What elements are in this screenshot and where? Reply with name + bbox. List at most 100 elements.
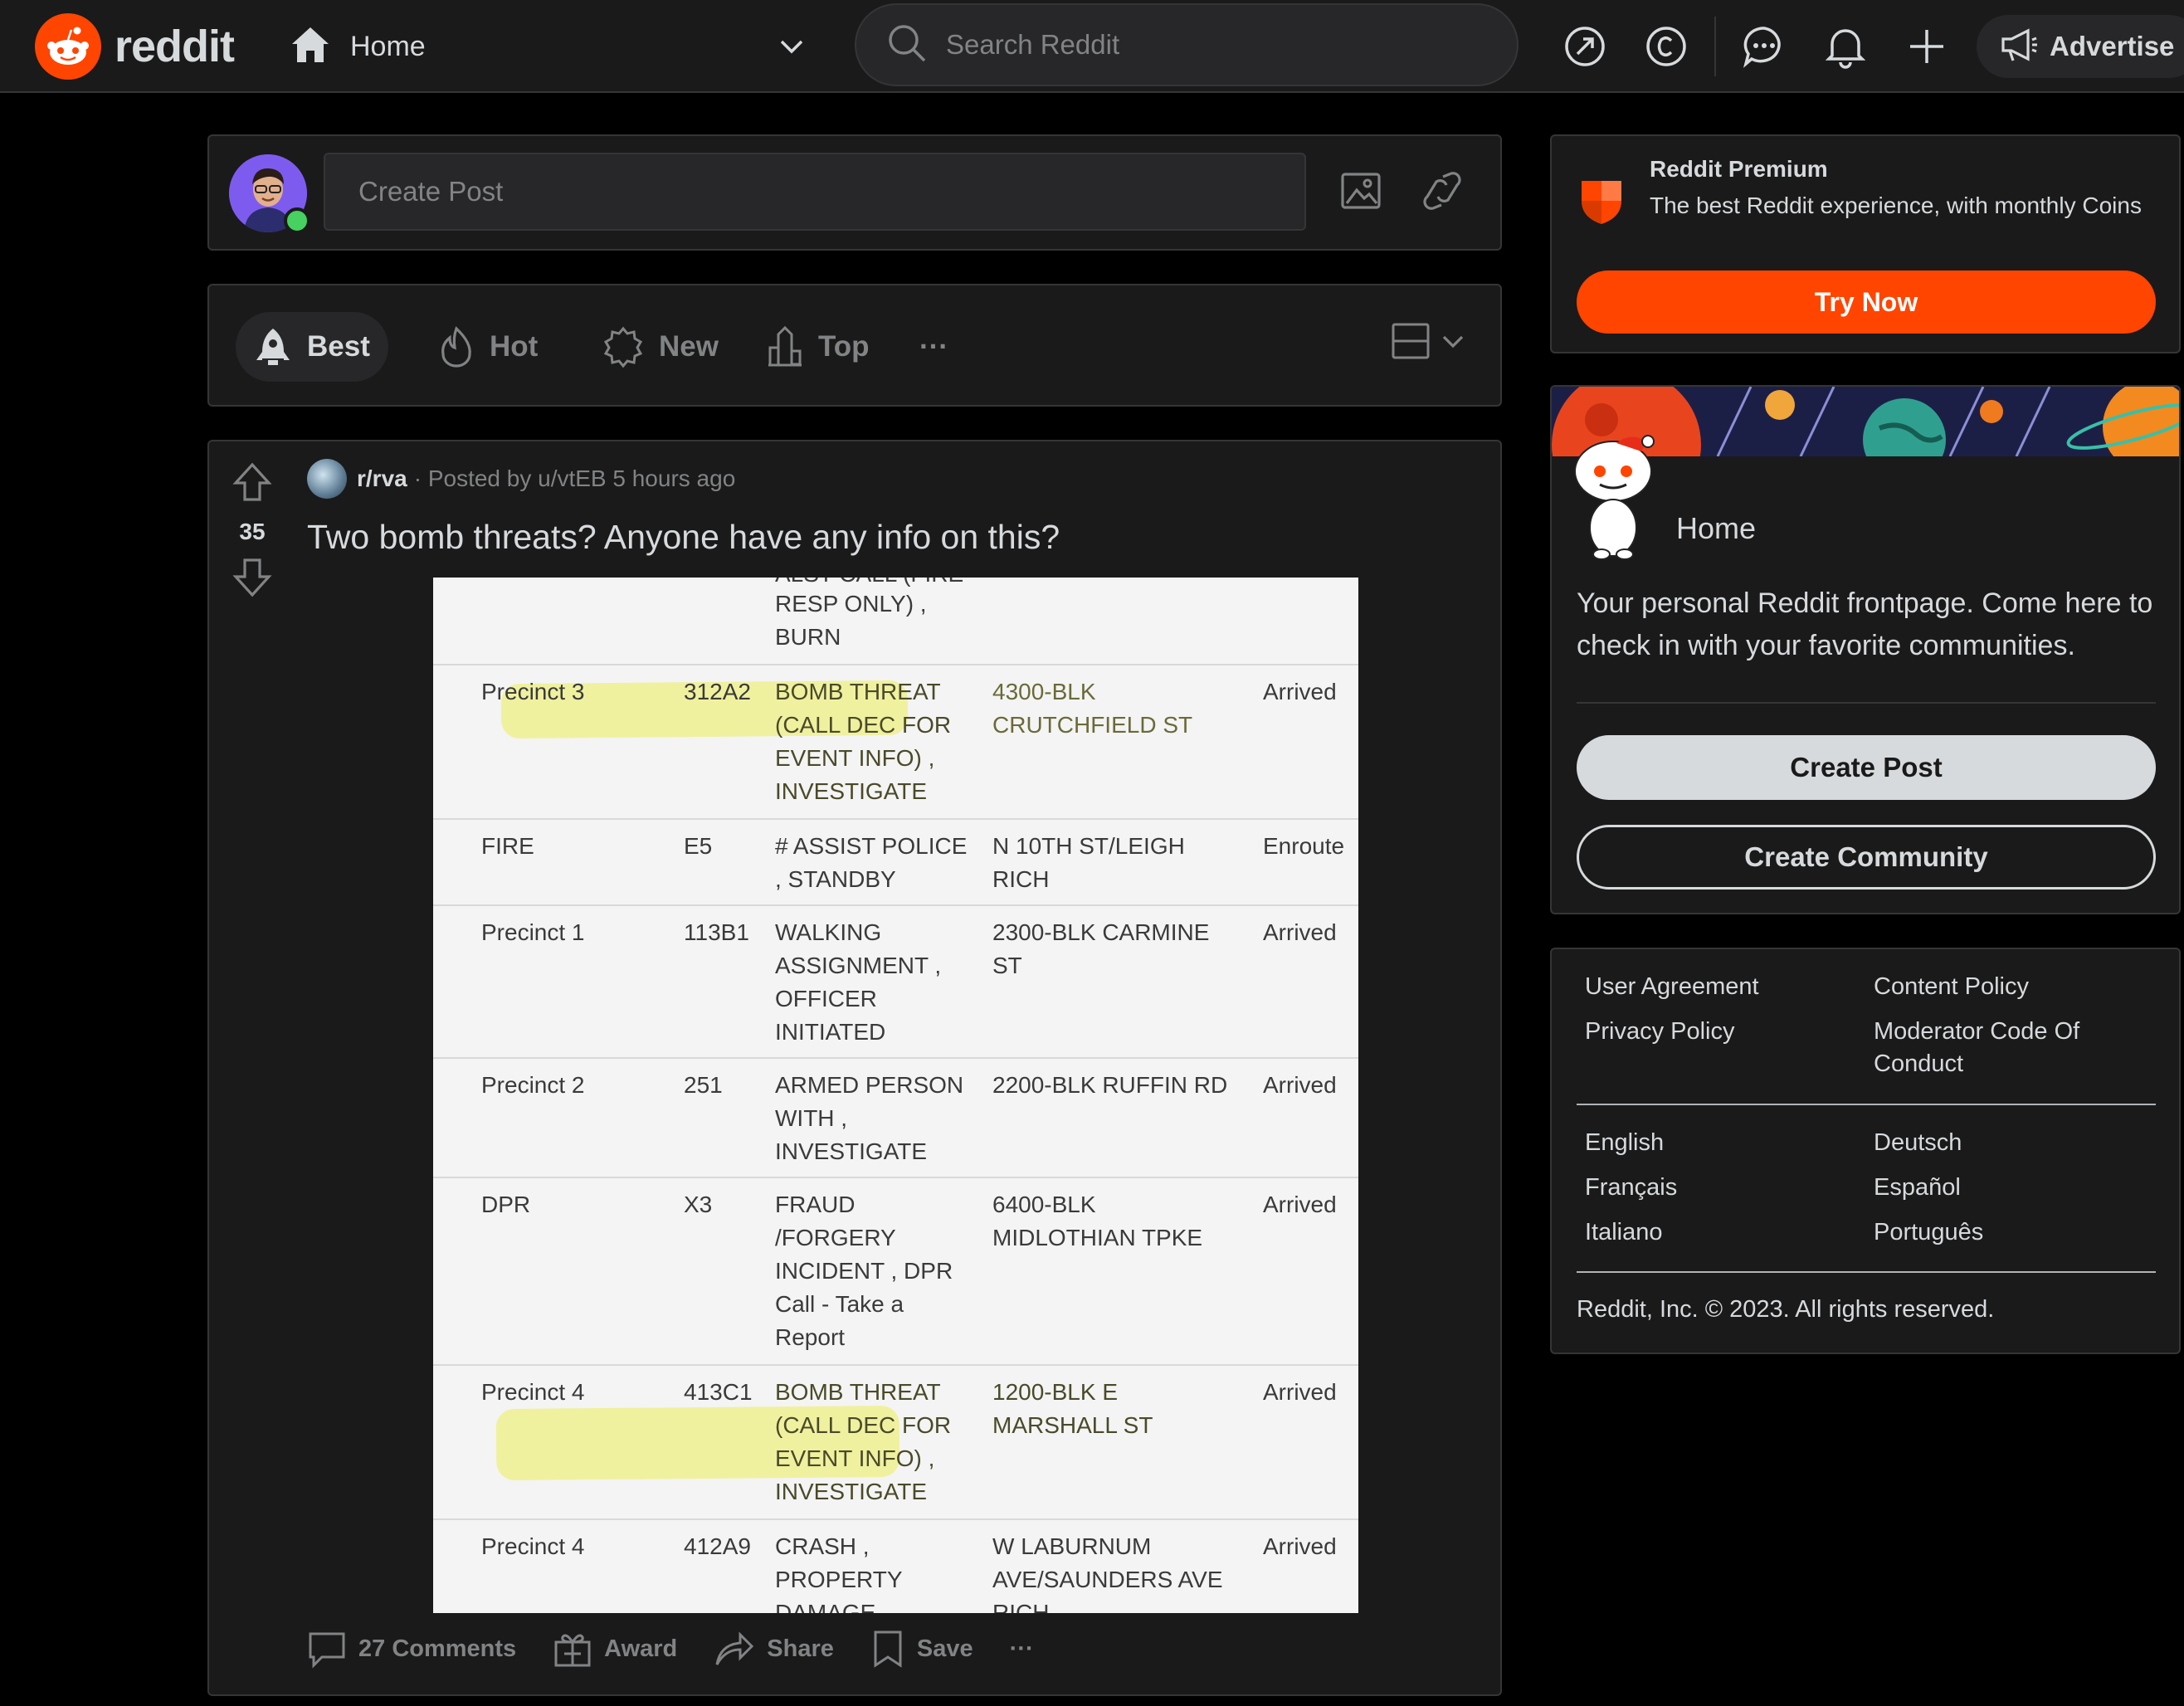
- rocket-icon: [256, 329, 290, 365]
- snoo-logo-icon: [35, 13, 101, 80]
- status-cell: Arrived: [1263, 1533, 1337, 1559]
- table-row: Precinct 4 412A9 CRASH , PROPERTY DAMAGE…: [433, 1518, 1358, 1613]
- award-button[interactable]: Award: [553, 1629, 677, 1669]
- table-row: RESP ONLY) , BURN: [433, 578, 1358, 664]
- language-italiano-link[interactable]: Italiano: [1585, 1216, 1663, 1249]
- language-espanol-link[interactable]: Español: [1874, 1172, 1961, 1204]
- create-plus-icon[interactable]: [1902, 22, 1952, 71]
- feed-selector-dropdown[interactable]: Home: [289, 18, 807, 75]
- event-type-cell: BOMB THREAT (CALL DEC FOR EVENT INFO) , …: [775, 679, 952, 804]
- home-icon: [289, 24, 332, 70]
- post-author-time: · Posted by u/vtEB 5 hours ago: [413, 465, 736, 491]
- post-image[interactable]: ALST CALL (FIRE RESP ONLY) , BURN Precin…: [433, 578, 1358, 1613]
- top-nav-bar: reddit Home Search Reddit Advertise: [0, 0, 2184, 93]
- subreddit-icon[interactable]: [307, 459, 347, 499]
- subreddit-link[interactable]: r/rva: [357, 465, 407, 492]
- share-button[interactable]: Share: [714, 1630, 834, 1668]
- unit-cell: 113B1: [684, 919, 749, 945]
- moderator-code-link[interactable]: Moderator Code Of Conduct: [1874, 1016, 2147, 1080]
- unit-cell: X3: [684, 1192, 713, 1217]
- chat-icon[interactable]: [1739, 22, 1789, 71]
- post-title[interactable]: Two bomb threats? Anyone have any info o…: [307, 518, 1060, 557]
- save-button[interactable]: Save: [870, 1629, 973, 1669]
- privacy-policy-link[interactable]: Privacy Policy: [1585, 1016, 1735, 1048]
- view-layout-toggle[interactable]: [1391, 322, 1467, 360]
- sort-more-button[interactable]: ···: [901, 312, 967, 382]
- language-portugues-link[interactable]: Português: [1874, 1216, 1983, 1249]
- create-post-button[interactable]: Create Post: [1577, 735, 2156, 800]
- sort-best-label: Best: [307, 330, 370, 363]
- premium-title: Reddit Premium: [1650, 156, 1828, 182]
- event-type-cell: WALKING ASSIGNMENT , OFFICER INITIATED: [775, 919, 942, 1045]
- status-cell: Arrived: [1263, 679, 1337, 704]
- home-card-description: Your personal Reddit frontpage. Come her…: [1577, 587, 2153, 661]
- award-gift-icon: [554, 1634, 591, 1667]
- link-icon[interactable]: [1416, 164, 1469, 217]
- agency-cell: Precinct 1: [481, 919, 585, 945]
- status-cell: Enroute: [1263, 833, 1345, 859]
- location-cell: N 10TH ST/LEIGH RICH: [992, 833, 1185, 892]
- advertise-label: Advertise: [2050, 31, 2175, 61]
- home-card-title: Home: [1676, 511, 1757, 545]
- coins-icon[interactable]: [1641, 22, 1691, 71]
- sort-hot-button[interactable]: Hot: [420, 312, 556, 382]
- create-community-button[interactable]: Create Community: [1577, 825, 2156, 890]
- location-cell: 2300-BLK CARMINE ST: [992, 919, 1210, 978]
- agency-cell: Precinct 4: [481, 1533, 585, 1559]
- post-card[interactable]: 35 r/rva · Posted by u/vtEB 5 hours ago …: [207, 440, 1502, 1696]
- sort-top-label: Top: [818, 330, 870, 363]
- table-row: Precinct 2 251 ARMED PERSON WITH , INVES…: [433, 1057, 1358, 1177]
- location-cell: 6400-BLK MIDLOTHIAN TPKE: [992, 1192, 1203, 1250]
- table-row: Precinct 4 413C1 BOMB THREAT (CALL DEC F…: [433, 1364, 1358, 1518]
- chevron-down-icon: [777, 30, 807, 67]
- search-input[interactable]: Search Reddit: [946, 29, 1119, 61]
- language-francais-link[interactable]: Français: [1585, 1172, 1677, 1204]
- sparkle-badge-icon: [603, 326, 643, 368]
- status-cell: Arrived: [1263, 919, 1337, 945]
- event-type-cell: # ASSIST POLICE , STANDBY: [775, 833, 968, 892]
- reddit-wordmark: reddit: [115, 22, 235, 71]
- location-cell: 1200-BLK E MARSHALL ST: [992, 1379, 1153, 1438]
- search-bar[interactable]: Search Reddit: [855, 3, 1519, 86]
- create-post-input[interactable]: Create Post: [324, 153, 1306, 231]
- try-now-button[interactable]: Try Now: [1577, 271, 2156, 334]
- table-row: Precinct 1 113B1 WALKING ASSIGNMENT , OF…: [433, 904, 1358, 1057]
- agency-cell: Precinct 2: [481, 1072, 585, 1098]
- reddit-logo[interactable]: reddit: [35, 13, 235, 80]
- popular-icon[interactable]: [1560, 22, 1610, 71]
- downvote-arrow-icon[interactable]: [232, 557, 272, 602]
- advertise-button[interactable]: Advertise: [1977, 15, 2184, 78]
- location-cell: 4300-BLK CRUTCHFIELD ST: [992, 679, 1193, 738]
- location-cell: 2200-BLK RUFFIN RD: [992, 1072, 1228, 1098]
- upvote-arrow-icon[interactable]: [232, 461, 272, 507]
- sort-best-button[interactable]: Best: [236, 312, 388, 382]
- user-avatar[interactable]: [229, 154, 310, 234]
- share-arrow-icon: [715, 1631, 754, 1665]
- premium-shield-icon: [1577, 176, 1626, 232]
- comments-button[interactable]: 27 Comments: [307, 1629, 516, 1669]
- sort-hot-label: Hot: [490, 330, 539, 363]
- snoo-mascot-icon: [1570, 430, 1661, 567]
- search-icon: [886, 22, 928, 68]
- divider: [1577, 702, 2156, 704]
- sort-bar: Best Hot New Top ···: [207, 284, 1502, 407]
- event-type-cell: CRASH , PROPERTY DAMAGE: [775, 1533, 903, 1613]
- header-divider: [1714, 17, 1716, 76]
- user-agreement-link[interactable]: User Agreement: [1585, 971, 1759, 1003]
- share-label: Share: [767, 1635, 834, 1662]
- sort-new-button[interactable]: New: [584, 312, 737, 382]
- home-info-card: Home Your personal Reddit frontpage. Com…: [1550, 385, 2181, 914]
- image-upload-icon[interactable]: [1334, 164, 1387, 217]
- card-view-icon: [1392, 323, 1430, 359]
- post-more-options-button[interactable]: ···: [1010, 1635, 1034, 1663]
- language-english-link[interactable]: English: [1585, 1127, 1664, 1159]
- save-label: Save: [916, 1635, 973, 1662]
- language-deutsch-link[interactable]: Deutsch: [1874, 1127, 1962, 1159]
- table-row: Precinct 3 312A2 BOMB THREAT (CALL DEC F…: [433, 664, 1358, 818]
- sort-top-button[interactable]: Top: [748, 312, 888, 382]
- divider: [1577, 1271, 2156, 1273]
- notifications-bell-icon[interactable]: [1821, 22, 1870, 71]
- top-chart-icon: [768, 326, 802, 367]
- vote-column: 35: [226, 461, 279, 602]
- content-policy-link[interactable]: Content Policy: [1874, 971, 2029, 1003]
